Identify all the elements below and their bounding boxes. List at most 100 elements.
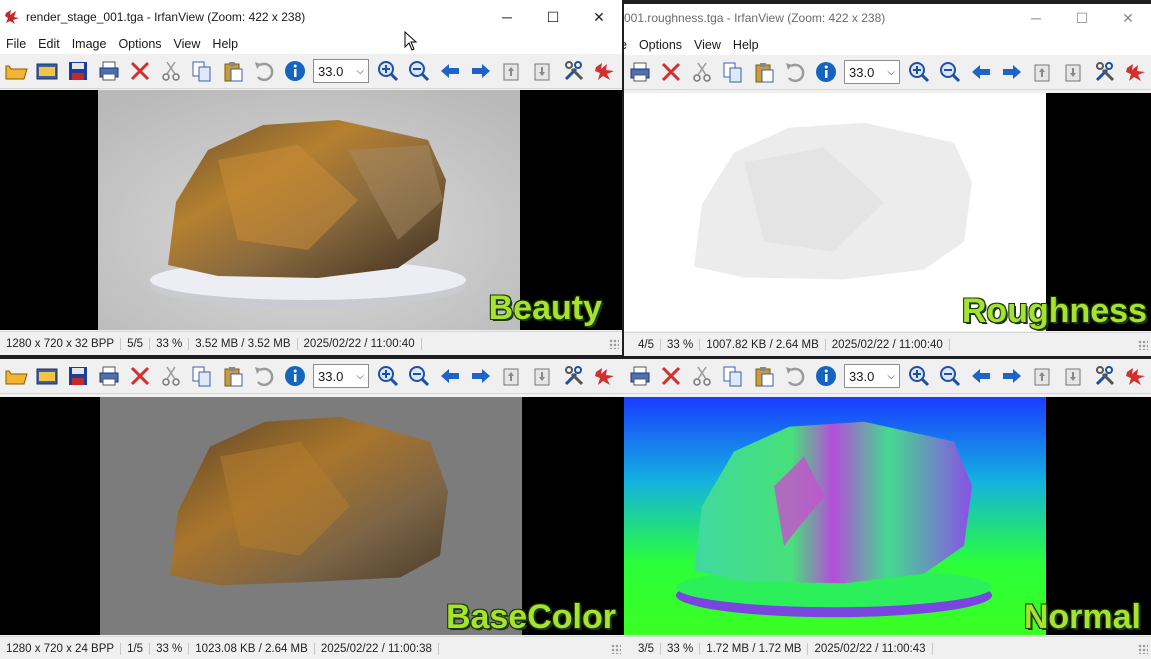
next-icon[interactable] [465,361,496,391]
paste-icon[interactable] [217,361,248,391]
zoom-out-icon[interactable] [934,57,965,87]
last-page-icon[interactable] [1058,57,1089,87]
settings-icon[interactable] [558,361,589,391]
menu-edit[interactable]: Edit [38,37,60,51]
delete-icon[interactable] [124,56,155,86]
copy-icon[interactable] [186,361,217,391]
menu-options[interactable]: Options [639,38,682,52]
slideshow-icon[interactable] [31,361,62,391]
exit-icon[interactable] [589,361,620,391]
zoom-in-icon[interactable] [372,56,403,86]
delete-icon[interactable] [655,57,686,87]
previous-icon[interactable] [434,56,465,86]
print-icon[interactable] [624,361,655,391]
image-viewport[interactable]: Beauty [0,90,622,330]
first-page-icon[interactable] [1027,361,1058,391]
info-icon[interactable] [810,361,841,391]
chevron-down-icon[interactable]: ⌵ [887,67,895,78]
first-page-icon[interactable] [496,361,527,391]
exit-icon[interactable] [1120,361,1151,391]
next-icon[interactable] [996,57,1027,87]
print-icon[interactable] [624,57,655,87]
undo-icon[interactable] [248,361,279,391]
copy-icon[interactable] [717,361,748,391]
zoom-in-icon[interactable] [903,361,934,391]
open-folder-icon[interactable] [0,361,31,391]
paste-icon[interactable] [217,56,248,86]
menu-file[interactable]: File [6,37,26,51]
save-icon[interactable] [62,56,93,86]
first-page-icon[interactable] [496,56,527,86]
zoom-select[interactable]: 33.0 ⌵ [844,60,900,84]
menu-view[interactable]: View [694,38,721,52]
menu-help[interactable]: Help [733,38,759,52]
exit-icon[interactable] [589,56,620,86]
last-page-icon[interactable] [527,56,558,86]
title-bar[interactable]: 001.roughness.tga - IrfanView (Zoom: 422… [624,4,1151,35]
chevron-down-icon[interactable]: ⌵ [356,371,364,382]
zoom-select[interactable]: 33.0 ⌵ [313,59,369,83]
next-icon[interactable] [465,56,496,86]
delete-icon[interactable] [655,361,686,391]
menu-help[interactable]: Help [212,37,238,51]
zoom-out-icon[interactable] [934,361,965,391]
slideshow-icon[interactable] [31,56,62,86]
save-icon[interactable] [62,361,93,391]
copy-icon[interactable] [717,57,748,87]
irfanview-window-basecolor[interactable]: 33.0 ⌵ BaseColor 1280 x 720 x 24 BPP 1/5 … [0,359,624,659]
menu-view[interactable]: View [174,37,201,51]
undo-icon[interactable] [248,56,279,86]
undo-icon[interactable] [779,361,810,391]
settings-icon[interactable] [1089,361,1120,391]
last-page-icon[interactable] [1058,361,1089,391]
image-viewport[interactable]: Normal [624,397,1151,635]
paste-icon[interactable] [748,57,779,87]
close-button[interactable]: ✕ [1105,4,1151,35]
exit-icon[interactable] [1120,57,1151,87]
previous-icon[interactable] [965,361,996,391]
cut-icon[interactable] [686,361,717,391]
minimize-button[interactable]: ─ [1013,4,1059,35]
title-bar[interactable]: render_stage_001.tga - IrfanView (Zoom: … [0,0,622,34]
previous-icon[interactable] [965,57,996,87]
info-icon[interactable] [810,57,841,87]
zoom-out-icon[interactable] [403,361,434,391]
image-viewport[interactable]: BaseColor [0,397,624,635]
paste-icon[interactable] [748,361,779,391]
irfanview-window-normal[interactable]: 33.0 ⌵ Normal 3/5 33 % 1.72 MB / 1.72 MB … [624,359,1151,659]
info-icon[interactable] [279,361,310,391]
settings-icon[interactable] [558,56,589,86]
last-page-icon[interactable] [527,361,558,391]
zoom-in-icon[interactable] [372,361,403,391]
minimize-button[interactable]: ─ [484,0,530,34]
first-page-icon[interactable] [1027,57,1058,87]
irfanview-window-roughness[interactable]: 001.roughness.tga - IrfanView (Zoom: 422… [624,4,1151,356]
undo-icon[interactable] [779,57,810,87]
next-icon[interactable] [996,361,1027,391]
menu-image[interactable]: Image [72,37,107,51]
cut-icon[interactable] [155,361,186,391]
close-button[interactable]: ✕ [576,0,622,34]
open-folder-icon[interactable] [0,56,31,86]
menu-options[interactable]: Options [118,37,161,51]
resize-grip[interactable] [611,644,621,654]
zoom-out-icon[interactable] [403,56,434,86]
chevron-down-icon[interactable]: ⌵ [356,66,364,77]
resize-grip[interactable] [609,339,619,349]
image-viewport[interactable]: Roughness [624,93,1151,331]
print-icon[interactable] [93,361,124,391]
cut-icon[interactable] [686,57,717,87]
copy-icon[interactable] [186,56,217,86]
settings-icon[interactable] [1089,57,1120,87]
print-icon[interactable] [93,56,124,86]
delete-icon[interactable] [124,361,155,391]
maximize-button[interactable]: ☐ [530,0,576,34]
chevron-down-icon[interactable]: ⌵ [887,371,895,382]
zoom-select[interactable]: 33.0 ⌵ [844,364,900,388]
irfanview-window-beauty[interactable]: render_stage_001.tga - IrfanView (Zoom: … [0,0,622,355]
menu-image-partial[interactable]: e [624,38,627,52]
zoom-select[interactable]: 33.0 ⌵ [313,364,369,388]
maximize-button[interactable]: ☐ [1059,4,1105,35]
cut-icon[interactable] [155,56,186,86]
zoom-in-icon[interactable] [903,57,934,87]
